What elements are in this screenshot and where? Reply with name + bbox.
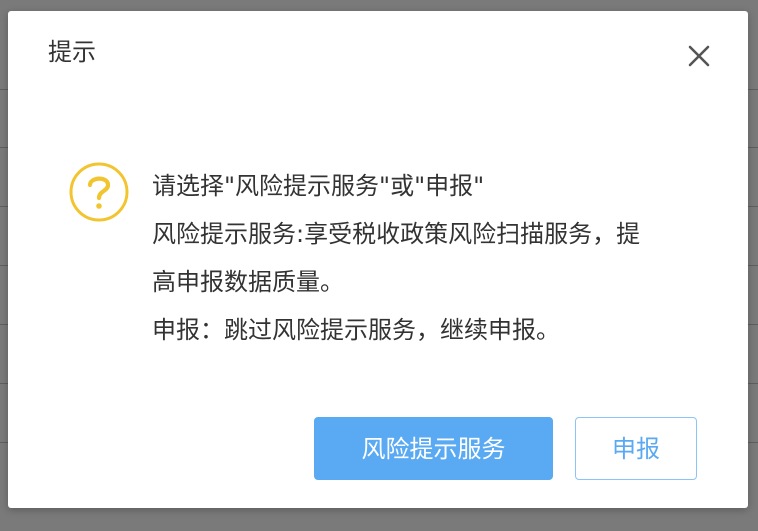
risk-tip-dialog: 提示 请选择"风险提示服务"或"申报" 风险提示服务:享受税收政策风险扫描服务，… (8, 11, 748, 508)
close-button[interactable] (684, 41, 714, 71)
question-icon (68, 161, 130, 223)
dialog-title: 提示 (48, 38, 96, 66)
message-line-risk-service: 风险提示服务:享受税收政策风险扫描服务，提高申报数据质量。 (152, 220, 641, 296)
message-line-declare: 申报：跳过风险提示服务，继续申报。 (152, 316, 560, 344)
message-line-choose: 请选择"风险提示服务"或"申报" (152, 172, 485, 200)
dialog-message: 请选择"风险提示服务"或"申报" 风险提示服务:享受税收政策风险扫描服务，提高申… (152, 162, 662, 354)
close-icon (688, 45, 710, 67)
risk-tip-service-button[interactable]: 风险提示服务 (314, 417, 553, 480)
declare-button[interactable]: 申报 (575, 417, 697, 480)
